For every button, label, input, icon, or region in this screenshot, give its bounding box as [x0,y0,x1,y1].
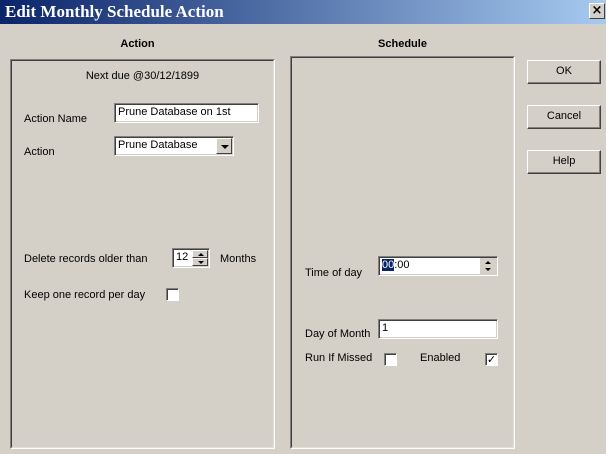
keep-one-record-label: Keep one record per day [24,289,146,301]
run-if-missed-label: Run If Missed [305,352,373,364]
schedule-panel [290,56,515,449]
action-name-input[interactable]: Prune Database on 1st [114,103,259,123]
window-title: Edit Monthly Schedule Action [5,2,224,21]
delete-months-value: 12 [176,251,189,263]
action-name-label: Action Name [24,113,87,125]
spinner-arrows-icon[interactable] [192,250,208,266]
action-label: Action [24,146,55,158]
spin-up-button[interactable] [192,250,208,258]
cancel-button[interactable]: Cancel [527,105,601,129]
schedule-section-header: Schedule [378,38,427,50]
enabled-label: Enabled [420,352,461,364]
run-if-missed-checkbox[interactable] [384,353,397,366]
chevron-down-icon[interactable] [216,138,232,154]
time-minutes: :00 [394,259,410,271]
time-spin-up[interactable] [480,258,496,266]
next-due-label: Next due @30/12/1899 [85,70,200,82]
day-of-month-label: Day of Month [305,328,371,340]
action-select-value: Prune Database [118,139,198,151]
time-of-day-label: Time of day [305,267,363,279]
ok-button[interactable]: OK [527,60,601,84]
time-spin-down[interactable] [480,266,496,274]
title-bar: Edit Monthly Schedule Action × [0,0,606,24]
delete-months-unit: Months [220,253,257,265]
enabled-checkbox[interactable]: ✓ [485,353,498,366]
action-section-header: Action [120,38,155,50]
spinner-arrows-icon[interactable] [480,258,496,274]
delete-records-label: Delete records older than [24,253,148,265]
day-of-month-input[interactable]: 1 [378,319,498,339]
action-select[interactable]: Prune Database [114,136,234,156]
time-hours-selected: 00 [382,259,395,271]
keep-one-record-checkbox[interactable] [166,288,179,301]
close-icon[interactable]: × [589,3,605,19]
help-button[interactable]: Help [527,150,601,174]
spin-down-button[interactable] [192,258,208,266]
